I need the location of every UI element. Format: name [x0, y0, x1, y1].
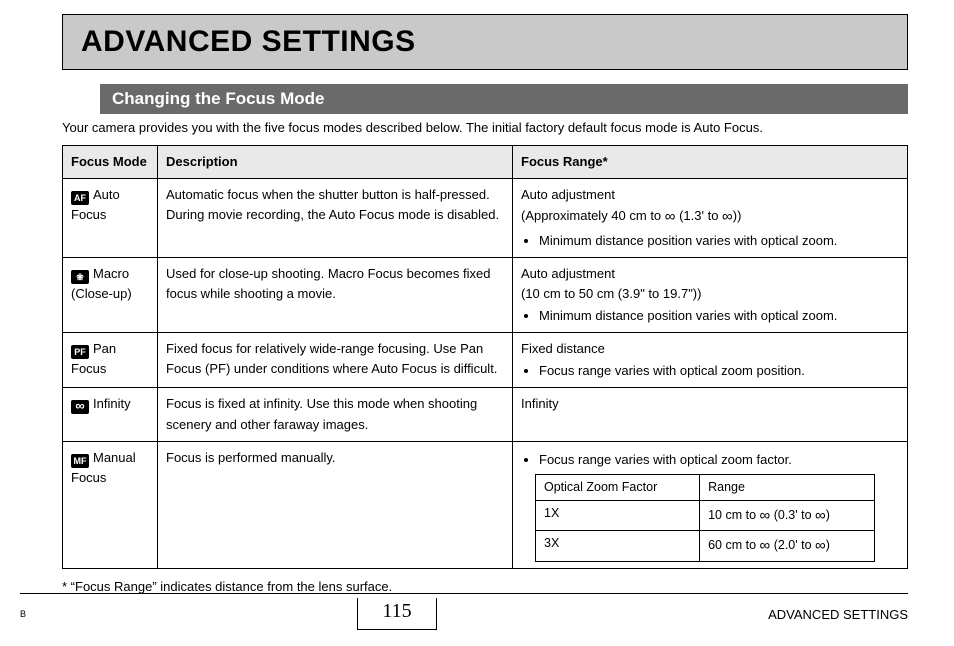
- pf-icon: PF: [71, 345, 89, 359]
- sub-header-factor: Optical Zoom Factor: [536, 474, 700, 500]
- section-heading: Changing the Focus Mode: [100, 84, 908, 114]
- table-row: ∞ Infinity Focus is fixed at infinity. Us…: [63, 388, 908, 441]
- infinity-symbol: ∞: [722, 208, 733, 225]
- table-row: ❀Macro (Close-up) Used for close-up shoo…: [63, 257, 908, 332]
- mode-desc: Fixed focus for relatively wide-range fo…: [158, 333, 513, 388]
- range-text: (Approximately 40 cm to: [521, 208, 665, 223]
- infinity-symbol: ∞: [665, 208, 676, 225]
- range-line: Fixed distance: [521, 341, 605, 356]
- sub-header-range: Range: [700, 474, 875, 500]
- header-mode: Focus Mode: [63, 146, 158, 179]
- sub-range: 10 cm to ∞ (0.3' to ∞): [700, 501, 875, 531]
- page-title-bar: ADVANCED SETTINGS: [62, 14, 908, 70]
- zoom-subtable: Optical Zoom Factor Range 1X 10 cm to ∞ …: [535, 474, 875, 562]
- mode-label: Infinity: [93, 396, 131, 411]
- mode-range: Focus range varies with optical zoom fac…: [513, 441, 908, 568]
- mf-icon: MF: [71, 454, 89, 468]
- sub-factor: 3X: [536, 531, 700, 561]
- table-row: AFAuto Focus Automatic focus when the sh…: [63, 179, 908, 258]
- mode-range: Auto adjustment (10 cm to 50 cm (3.9" to…: [513, 257, 908, 332]
- mode-range: Auto adjustment (Approximately 40 cm to …: [513, 179, 908, 258]
- sub-factor: 1X: [536, 501, 700, 531]
- page-title: ADVANCED SETTINGS: [81, 25, 889, 59]
- mode-range: Infinity: [513, 388, 908, 441]
- mode-desc: Focus is fixed at infinity. Use this mod…: [158, 388, 513, 441]
- header-range: Focus Range*: [513, 146, 908, 179]
- page-footer: B 115 ADVANCED SETTINGS: [20, 593, 908, 630]
- macro-icon: ❀: [71, 270, 89, 284]
- infinity-symbol: ∞: [760, 537, 771, 554]
- mode-desc: Automatic focus when the shutter button …: [158, 179, 513, 258]
- range-text: )): [733, 208, 742, 223]
- header-desc: Description: [158, 146, 513, 179]
- focus-mode-table: Focus Mode Description Focus Range* AFAu…: [62, 145, 908, 569]
- af-icon: AF: [71, 191, 89, 205]
- footnote: * “Focus Range” indicates distance from …: [62, 579, 908, 594]
- range-text: (10 cm to 50 cm (3.9" to 19.7")): [521, 286, 701, 301]
- range-bullet: Focus range varies with optical zoom pos…: [539, 361, 899, 381]
- footer-section: ADVANCED SETTINGS: [768, 607, 908, 622]
- range-bullet: Minimum distance position varies with op…: [539, 231, 899, 251]
- range-line: Auto adjustment: [521, 187, 615, 202]
- table-row: PFPan Focus Fixed focus for relatively w…: [63, 333, 908, 388]
- mode-range: Fixed distance Focus range varies with o…: [513, 333, 908, 388]
- infinity-symbol: ∞: [815, 537, 826, 554]
- mode-desc: Used for close-up shooting. Macro Focus …: [158, 257, 513, 332]
- infinity-icon: ∞: [71, 400, 89, 414]
- infinity-symbol: ∞: [760, 507, 771, 524]
- table-row: MFManual Focus Focus is performed manual…: [63, 441, 908, 568]
- mode-desc: Focus is performed manually.: [158, 441, 513, 568]
- range-line: Auto adjustment: [521, 266, 615, 281]
- sub-range: 60 cm to ∞ (2.0' to ∞): [700, 531, 875, 561]
- infinity-symbol: ∞: [815, 507, 826, 524]
- range-bullet: Focus range varies with optical zoom fac…: [539, 450, 899, 470]
- intro-text: Your camera provides you with the five f…: [62, 120, 908, 135]
- range-text: (1.3' to: [675, 208, 722, 223]
- range-bullet: Minimum distance position varies with op…: [539, 306, 899, 326]
- page-number: 115: [357, 598, 436, 630]
